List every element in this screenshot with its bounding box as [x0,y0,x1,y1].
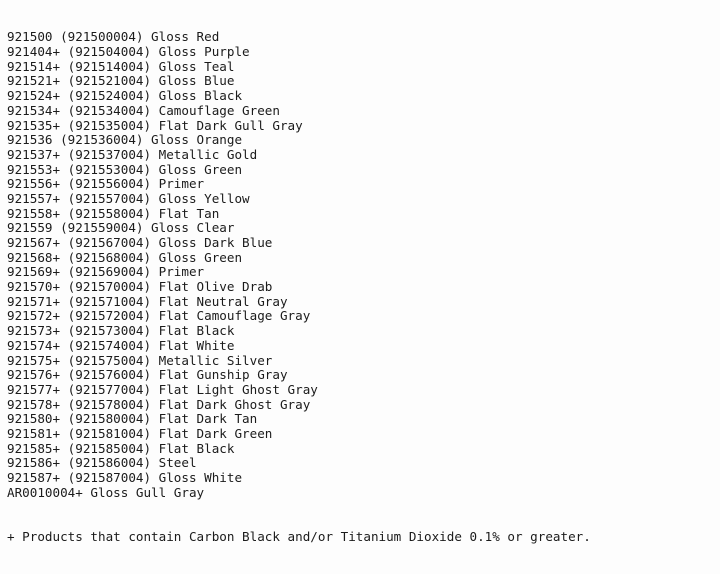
product-line: 921575+ (921575004) Metallic Silver [7,352,273,368]
product-line: 921404+ (921504004) Gloss Purple [7,44,250,60]
product-line: 921557+ (921557004) Gloss Yellow [7,190,250,206]
product-line: 921553+ (921553004) Gloss Green [7,161,243,177]
product-line: 921572+ (921572004) Flat Camouflage Gray [7,308,311,324]
product-line: 921569+ (921569004) Primer [7,264,205,280]
product-line: 921574+ (921574004) Flat White [7,337,235,353]
product-line: 921534+ (921534004) Camouflage Green [7,102,280,118]
product-line: 921578+ (921578004) Flat Dark Ghost Gray [7,396,311,412]
product-line: 921500 (921500004) Gloss Red [7,29,220,45]
product-line: 921571+ (921571004) Flat Neutral Gray [7,293,288,309]
product-listing-text: 921500 (921500004) Gloss Red 921404+ (921… [0,0,720,574]
product-line: 921576+ (921576004) Flat Gunship Gray [7,367,288,383]
product-line: 921559 (921559004) Gloss Clear [7,220,235,236]
product-line: 921521+ (921521004) Gloss Blue [7,73,235,89]
footnote-text: + Products that contain Carbon Black and… [7,528,591,544]
product-line: 921577+ (921577004) Flat Light Ghost Gra… [7,381,318,397]
product-line-list: 921500 (921500004) Gloss Red 921404+ (921… [7,30,720,500]
product-line: 921568+ (921568004) Gloss Green [7,249,243,265]
product-line: 921537+ (921537004) Metallic Gold [7,146,258,162]
product-line: 921580+ (921580004) Flat Dark Tan [7,411,258,427]
product-line: 921586+ (921586004) Steel [7,455,197,471]
product-line: 921536 (921536004) Gloss Orange [7,132,243,148]
product-line: 921535+ (921535004) Flat Dark Gull Gray [7,117,303,133]
document-page: 921500 (921500004) Gloss Red 921404+ (921… [0,0,720,544]
product-line: 921514+ (921514004) Gloss Teal [7,58,235,74]
product-line: 921524+ (921524004) Gloss Black [7,88,243,104]
product-line: 921585+ (921585004) Flat Black [7,440,235,456]
product-line: 921581+ (921581004) Flat Dark Green [7,425,273,441]
product-line: 921558+ (921558004) Flat Tan [7,205,220,221]
product-line: AR0010004+ Gloss Gull Gray [7,484,205,500]
product-line: 921573+ (921573004) Flat Black [7,323,235,339]
product-line: 921567+ (921567004) Gloss Dark Blue [7,235,273,251]
product-line: 921556+ (921556004) Primer [7,176,205,192]
product-line: 921570+ (921570004) Flat Olive Drab [7,279,273,295]
product-line: 921587+ (921587004) Gloss White [7,470,243,486]
